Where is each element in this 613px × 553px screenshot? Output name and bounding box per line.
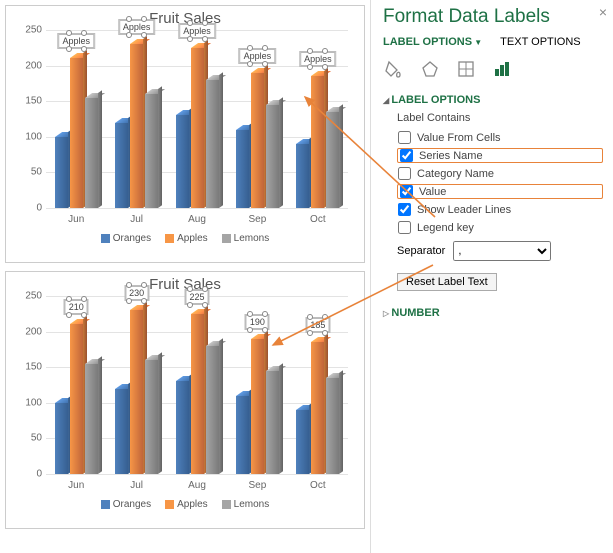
panel-title: Format Data Labels [383,6,603,28]
bar-lemons[interactable] [326,112,339,208]
bar-oranges[interactable] [236,130,249,208]
opt-category-name[interactable]: Category Name [397,166,603,181]
bar-oranges[interactable] [55,137,68,208]
section-label-options[interactable]: LABEL OPTIONS [383,94,603,106]
chart-options-icon[interactable] [491,58,513,80]
bar-lemons[interactable] [326,378,339,474]
bar-lemons[interactable] [145,94,158,208]
separator-label: Separator [397,245,445,257]
bar-apples[interactable]: Apples [191,48,204,208]
bar-apples[interactable]: Apples [70,58,83,208]
bar-oranges[interactable] [296,144,309,208]
close-icon[interactable]: × [599,4,607,20]
label-contains-heading: Label Contains [397,112,603,124]
bar-apples[interactable]: Apples [251,73,264,208]
bar-apples[interactable]: Apples [130,44,143,208]
bar-apples[interactable]: 190 [251,339,264,474]
separator-select[interactable]: , [453,241,551,261]
bar-oranges[interactable] [176,115,189,208]
bar-apples[interactable]: Apples [311,76,324,208]
data-label[interactable]: Apples [300,52,336,66]
chart-top[interactable]: Fruit Sales050100150200250ApplesApplesAp… [5,5,365,263]
bar-apples[interactable]: 230 [130,310,143,474]
data-label[interactable]: Apples [119,20,155,34]
opt-value[interactable]: Value [397,184,603,199]
section-number[interactable]: NUMBER [383,307,603,319]
bar-oranges[interactable] [176,381,189,474]
bar-apples[interactable]: 225 [191,314,204,474]
bar-lemons[interactable] [85,364,98,474]
opt-show-leader[interactable]: Show Leader Lines [397,202,603,217]
opt-legend-key[interactable]: Legend key [397,220,603,235]
bar-oranges[interactable] [296,410,309,474]
bar-lemons[interactable] [206,80,219,208]
data-label[interactable]: Apples [240,49,276,63]
opt-value-from-cells[interactable]: Value From Cells [397,130,603,145]
bar-lemons[interactable] [266,105,279,208]
size-icon[interactable] [455,58,477,80]
chart-legend: OrangesApplesLemons [16,233,354,244]
bar-oranges[interactable] [55,403,68,474]
bar-lemons[interactable] [85,98,98,208]
chart-legend: OrangesApplesLemons [16,499,354,510]
bar-apples[interactable]: 185 [311,342,324,474]
bar-oranges[interactable] [115,123,128,208]
bar-oranges[interactable] [236,396,249,474]
opt-series-name[interactable]: Series Name [397,148,603,163]
reset-label-button[interactable]: Reset Label Text [397,273,497,291]
data-label[interactable]: Apples [179,24,215,38]
bar-apples[interactable]: 210 [70,324,83,474]
effects-icon[interactable] [419,58,441,80]
charts-column: Fruit Sales050100150200250ApplesApplesAp… [0,0,370,553]
bar-lemons[interactable] [145,360,158,474]
chart-bottom[interactable]: Fruit Sales05010015020025021023022519018… [5,271,365,529]
bar-lemons[interactable] [266,371,279,474]
format-panel: × Format Data Labels LABEL OPTIONS TEXT … [370,0,613,553]
bar-lemons[interactable] [206,346,219,474]
tab-label-options[interactable]: LABEL OPTIONS [383,36,482,48]
fill-icon[interactable] [383,58,405,80]
data-label[interactable]: Apples [58,34,94,48]
tab-text-options[interactable]: TEXT OPTIONS [500,36,580,48]
bar-oranges[interactable] [115,389,128,474]
